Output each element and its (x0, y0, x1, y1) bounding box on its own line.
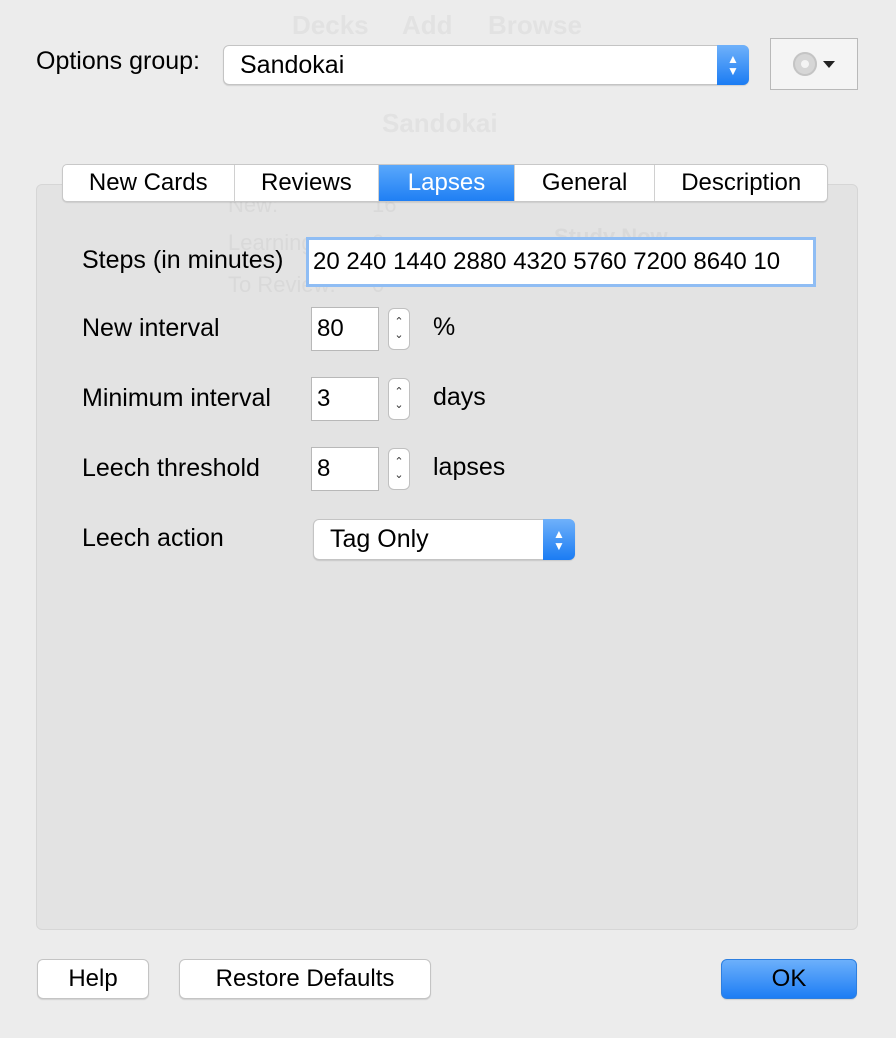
chevron-down-icon: ⌄ (394, 469, 404, 481)
chevron-down-icon: ⌄ (394, 399, 404, 411)
chevron-up-icon: ⌃ (394, 316, 404, 328)
new-interval-label: New interval (82, 314, 220, 342)
minimum-interval-input[interactable]: 3 (311, 377, 379, 421)
gear-icon (793, 52, 817, 76)
tab-description[interactable]: Description (655, 165, 827, 201)
restore-defaults-button[interactable]: Restore Defaults (179, 959, 431, 999)
options-group-select[interactable]: Sandokai ▲ ▼ (223, 45, 749, 85)
leech-action-label: Leech action (82, 524, 224, 552)
leech-action-value: Tag Only (330, 525, 429, 553)
steps-label: Steps (in minutes) (82, 246, 284, 274)
ghost-nav-browse: Browse (488, 10, 582, 40)
tab-general[interactable]: General (515, 165, 656, 201)
help-button[interactable]: Help (37, 959, 149, 999)
ghost-deck-title: Sandokai (382, 108, 498, 138)
minimum-interval-unit: days (433, 383, 486, 411)
tab-bar: New Cards Reviews Lapses General Descrip… (62, 164, 828, 202)
new-interval-unit: % (433, 313, 456, 341)
new-interval-stepper[interactable]: ⌃ ⌄ (388, 308, 410, 350)
leech-threshold-unit: lapses (433, 453, 506, 481)
tab-new-cards[interactable]: New Cards (63, 165, 235, 201)
ghost-nav-add: Add (402, 10, 453, 40)
ghost-nav-decks: Decks (292, 10, 369, 40)
options-group-label: Options group: (36, 47, 200, 75)
select-arrows-icon: ▲ ▼ (543, 519, 575, 560)
tab-lapses[interactable]: Lapses (379, 165, 515, 201)
leech-threshold-label: Leech threshold (82, 454, 260, 482)
chevron-up-icon: ⌃ (394, 456, 404, 468)
leech-action-select[interactable]: Tag Only ▲ ▼ (313, 519, 575, 560)
gear-menu-button[interactable] (770, 38, 858, 90)
select-arrows-icon: ▲ ▼ (717, 45, 749, 85)
options-group-value: Sandokai (240, 50, 345, 79)
leech-threshold-stepper[interactable]: ⌃ ⌄ (388, 448, 410, 490)
minimum-interval-stepper[interactable]: ⌃ ⌄ (388, 378, 410, 420)
steps-input[interactable]: 20 240 1440 2880 4320 5760 7200 8640 10 (306, 237, 816, 287)
chevron-up-icon: ⌃ (394, 386, 404, 398)
minimum-interval-label: Minimum interval (82, 384, 271, 412)
chevron-down-icon: ⌄ (394, 329, 404, 341)
leech-threshold-input[interactable]: 8 (311, 447, 379, 491)
caret-down-icon (823, 60, 835, 68)
ok-button[interactable]: OK (721, 959, 857, 999)
new-interval-input[interactable]: 80 (311, 307, 379, 351)
tab-reviews[interactable]: Reviews (235, 165, 380, 201)
